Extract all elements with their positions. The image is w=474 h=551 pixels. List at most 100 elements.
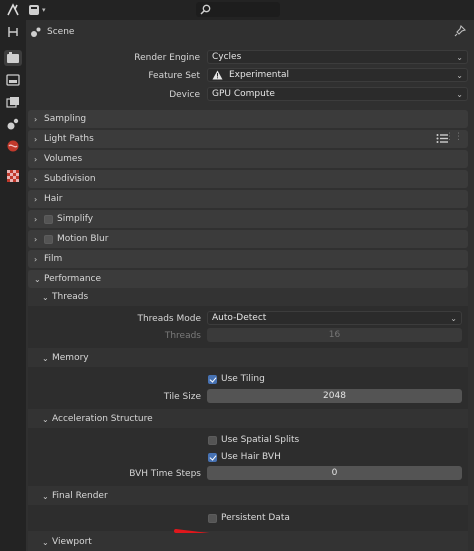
spatial-splits-toggle[interactable]: Use Spatial Splits	[208, 435, 299, 445]
chevron-down-icon: ⌄	[42, 292, 49, 302]
panel-light-paths[interactable]: › Light Paths ⋮⋮	[28, 130, 468, 148]
tool-tab-icon[interactable]	[4, 24, 22, 40]
render-engine-dropdown[interactable]: Cycles ⌄	[207, 50, 468, 64]
panel-motion-blur-title: Motion Blur	[57, 234, 109, 244]
render-engine-value: Cycles	[212, 52, 242, 62]
spatial-splits-checkbox[interactable]	[208, 435, 217, 445]
feature-set-dropdown[interactable]: Experimental ⌄	[207, 68, 468, 82]
scene-label: Scene	[47, 27, 75, 37]
panel-performance-title: Performance	[44, 274, 102, 284]
hair-bvh-label: Use Hair BVH	[221, 452, 281, 462]
subpanel-threads-title: Threads	[52, 292, 89, 302]
chevron-right-icon: ›	[34, 174, 38, 184]
chevron-right-icon: ›	[34, 194, 38, 204]
view-layer-tab-icon[interactable]	[4, 94, 22, 110]
chevron-down-icon: ⌄	[42, 353, 49, 363]
device-dropdown[interactable]: GPU Compute ⌄	[207, 87, 468, 101]
texture-tab-icon[interactable]	[4, 168, 22, 184]
subpanel-memory-title: Memory	[52, 353, 89, 363]
properties-header: ▾	[0, 0, 474, 20]
use-tiling-toggle[interactable]: Use Tiling	[208, 374, 265, 384]
render-engine-label: Render Engine	[134, 53, 200, 63]
threads-count-field: 16	[207, 328, 462, 342]
motion-blur-checkbox[interactable]	[44, 234, 53, 244]
scene-icon	[31, 27, 41, 37]
bvh-time-steps-label: BVH Time Steps	[129, 469, 201, 479]
spatial-splits-label: Use Spatial Splits	[221, 435, 300, 445]
render-tab-icon[interactable]	[4, 50, 22, 66]
world-tab-icon[interactable]	[4, 138, 22, 154]
panel-simplify-title: Simplify	[57, 214, 94, 224]
tile-size-field[interactable]: 2048	[207, 389, 462, 403]
panel-performance[interactable]: ⌄ Performance	[28, 270, 468, 288]
feature-set-label: Feature Set	[148, 71, 200, 81]
panel-volumes-title: Volumes	[44, 154, 83, 164]
scene-tab-icon[interactable]	[4, 116, 22, 132]
chevron-down-icon: ⌄	[42, 414, 49, 424]
subpanel-acceleration-title: Acceleration Structure	[52, 414, 153, 424]
editor-type-button[interactable]: ▾	[28, 3, 52, 17]
blender-logo-icon	[6, 3, 20, 17]
warning-icon	[212, 70, 223, 80]
subpanel-final-render-title: Final Render	[52, 491, 108, 501]
panel-subdivision[interactable]: › Subdivision	[28, 170, 468, 188]
bvh-time-steps-value: 0	[331, 468, 338, 478]
threads-count-value: 16	[328, 330, 341, 340]
properties-tab-sidebar	[0, 20, 26, 551]
chevron-right-icon: ›	[34, 254, 38, 264]
panel-hair[interactable]: › Hair	[28, 190, 468, 208]
chevron-right-icon: ›	[34, 234, 38, 244]
threads-mode-label: Threads Mode	[137, 314, 201, 324]
persistent-data-toggle[interactable]: Persistent Data	[208, 513, 290, 523]
panel-subdivision-title: Subdivision	[44, 174, 96, 184]
threads-mode-dropdown[interactable]: Auto-Detect ⌄	[207, 311, 462, 325]
chevron-right-icon: ›	[34, 114, 38, 124]
simplify-checkbox[interactable]	[44, 214, 53, 224]
output-tab-icon[interactable]	[4, 72, 22, 88]
subpanel-memory[interactable]: ⌄ Memory	[28, 349, 468, 367]
use-tiling-label: Use Tiling	[221, 374, 265, 384]
hair-bvh-toggle[interactable]: Use Hair BVH	[208, 452, 281, 462]
threads-mode-value: Auto-Detect	[212, 313, 267, 323]
persistent-data-checkbox[interactable]	[208, 513, 217, 523]
persistent-data-label: Persistent Data	[221, 513, 290, 523]
search-input[interactable]	[196, 2, 280, 17]
tile-size-label: Tile Size	[163, 392, 201, 402]
threads-count-label: Threads	[164, 331, 201, 341]
subpanel-acceleration-structure[interactable]: ⌄ Acceleration Structure	[28, 410, 468, 428]
feature-set-value: Experimental	[229, 70, 290, 80]
panel-motion-blur[interactable]: › Motion Blur	[28, 230, 468, 248]
context-breadcrumb: Scene	[30, 24, 74, 40]
chevron-down-icon: ⌄	[42, 537, 49, 547]
hair-bvh-checkbox[interactable]	[208, 452, 217, 462]
subpanel-final-render[interactable]: ⌄ Final Render	[28, 487, 468, 505]
panel-sampling-title: Sampling	[44, 114, 87, 124]
search-icon	[200, 4, 211, 15]
panel-film[interactable]: › Film	[28, 250, 468, 268]
chevron-down-icon: ⌄	[456, 53, 463, 62]
pin-icon[interactable]	[454, 24, 467, 37]
chevron-down-icon: ⌄	[34, 274, 41, 284]
use-tiling-checkbox[interactable]	[208, 374, 217, 384]
chevron-down-icon: ⌄	[450, 314, 457, 323]
subpanel-viewport-title: Viewport	[52, 537, 92, 547]
drag-handle-icon[interactable]: ⋮⋮	[445, 132, 463, 142]
panel-simplify[interactable]: › Simplify	[28, 210, 468, 228]
device-label: Device	[169, 90, 200, 100]
chevron-right-icon: ›	[34, 214, 38, 224]
chevron-down-icon: ▾	[42, 6, 46, 14]
panel-volumes[interactable]: › Volumes	[28, 150, 468, 168]
panel-hair-title: Hair	[44, 194, 63, 204]
properties-editor-icon	[29, 5, 39, 15]
chevron-down-icon: ⌄	[42, 491, 49, 501]
panel-sampling[interactable]: › Sampling	[28, 110, 468, 128]
subpanel-threads[interactable]: ⌄ Threads	[28, 288, 468, 306]
panel-light-paths-title: Light Paths	[44, 134, 94, 144]
subpanel-viewport[interactable]: ⌄ Viewport	[28, 533, 468, 551]
tile-size-value: 2048	[323, 391, 346, 401]
bvh-time-steps-field[interactable]: 0	[207, 466, 462, 480]
chevron-right-icon: ›	[34, 134, 38, 144]
chevron-right-icon: ›	[34, 154, 38, 164]
chevron-down-icon: ⌄	[456, 71, 463, 80]
chevron-down-icon: ⌄	[456, 90, 463, 99]
